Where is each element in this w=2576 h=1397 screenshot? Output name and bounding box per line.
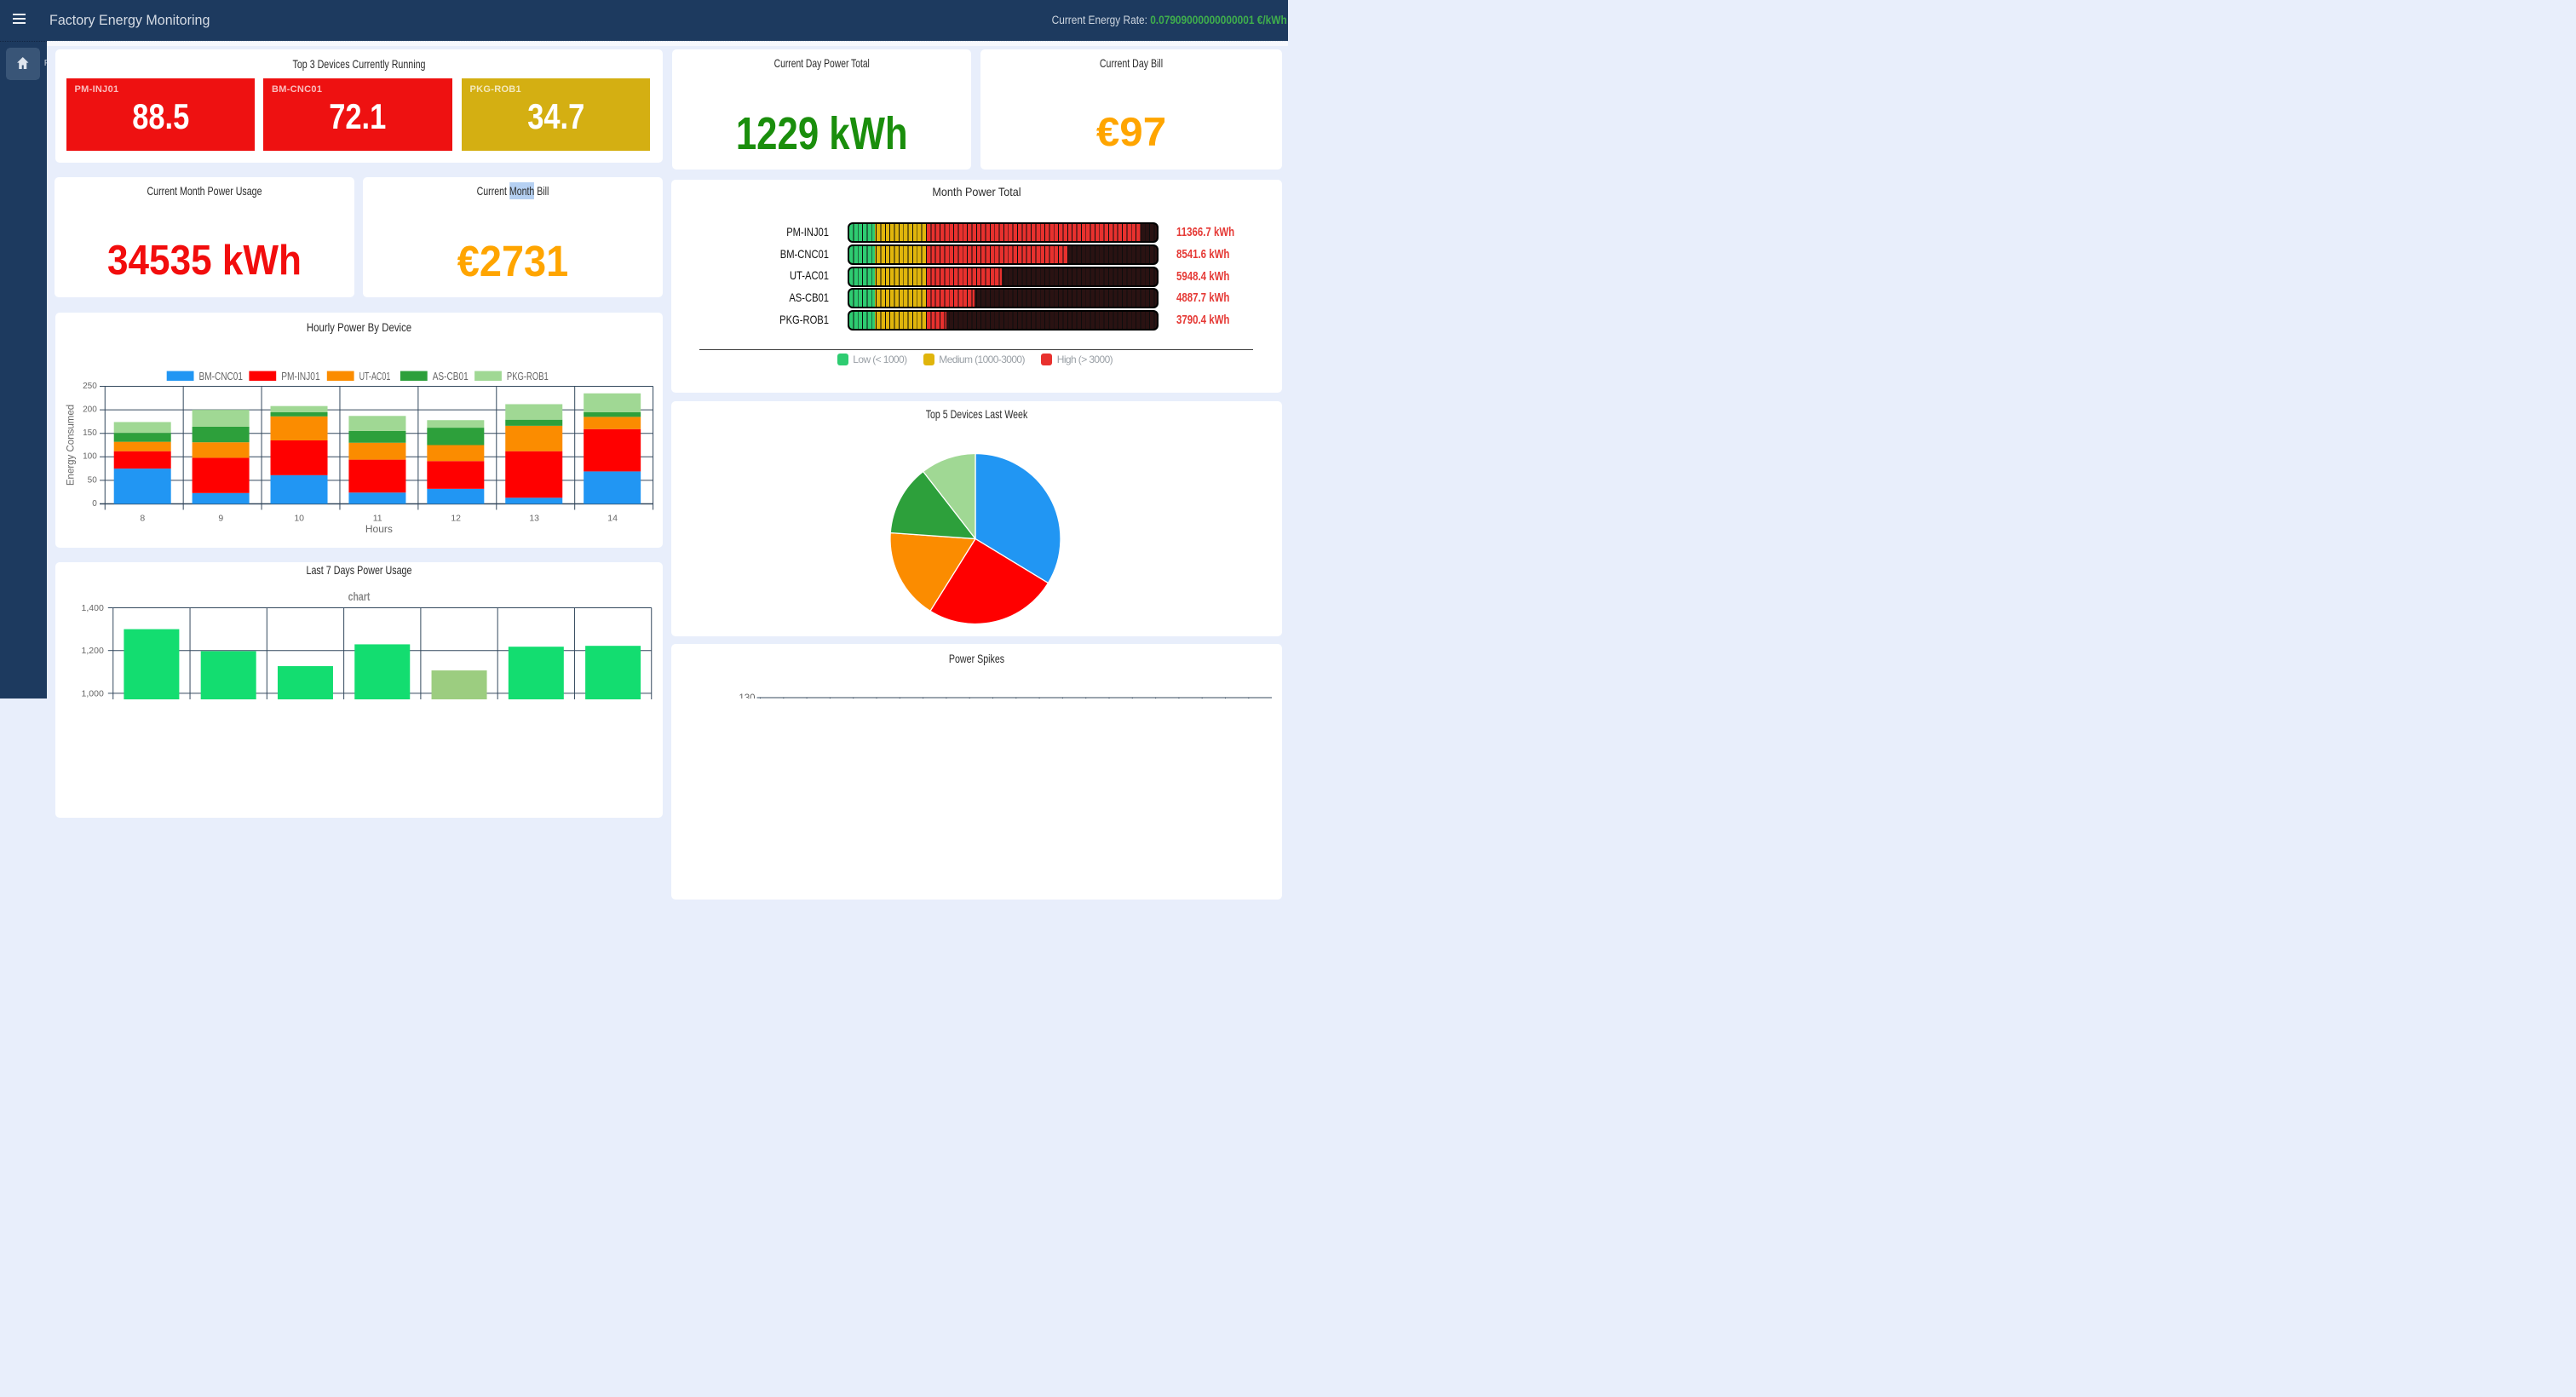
- svg-text:1,000: 1,000: [82, 688, 104, 698]
- svg-text:50: 50: [88, 475, 98, 485]
- svg-text:1,200: 1,200: [82, 646, 104, 656]
- svg-text:130: 130: [739, 693, 755, 698]
- svg-text:PM-INJ01: PM-INJ01: [281, 370, 320, 382]
- svg-text:8: 8: [140, 513, 145, 523]
- svg-text:0: 0: [92, 499, 97, 509]
- svg-text:13: 13: [529, 513, 539, 523]
- svg-text:100: 100: [83, 452, 97, 462]
- svg-text:9: 9: [218, 513, 223, 523]
- svg-text:Energy Consumed: Energy Consumed: [66, 405, 77, 486]
- svg-text:200: 200: [83, 405, 97, 415]
- svg-text:14: 14: [607, 513, 618, 523]
- svg-text:12: 12: [451, 513, 461, 523]
- svg-text:BM-CNC01: BM-CNC01: [199, 370, 244, 382]
- svg-text:AS-CB01: AS-CB01: [433, 370, 469, 382]
- svg-text:Hours: Hours: [365, 523, 393, 535]
- svg-text:150: 150: [83, 428, 97, 438]
- svg-text:UT-AC01: UT-AC01: [359, 370, 391, 382]
- svg-text:PKG-ROB1: PKG-ROB1: [507, 370, 549, 382]
- svg-text:1,400: 1,400: [82, 603, 104, 613]
- svg-text:10: 10: [294, 513, 304, 523]
- svg-text:11: 11: [373, 513, 382, 523]
- svg-text:250: 250: [83, 382, 97, 391]
